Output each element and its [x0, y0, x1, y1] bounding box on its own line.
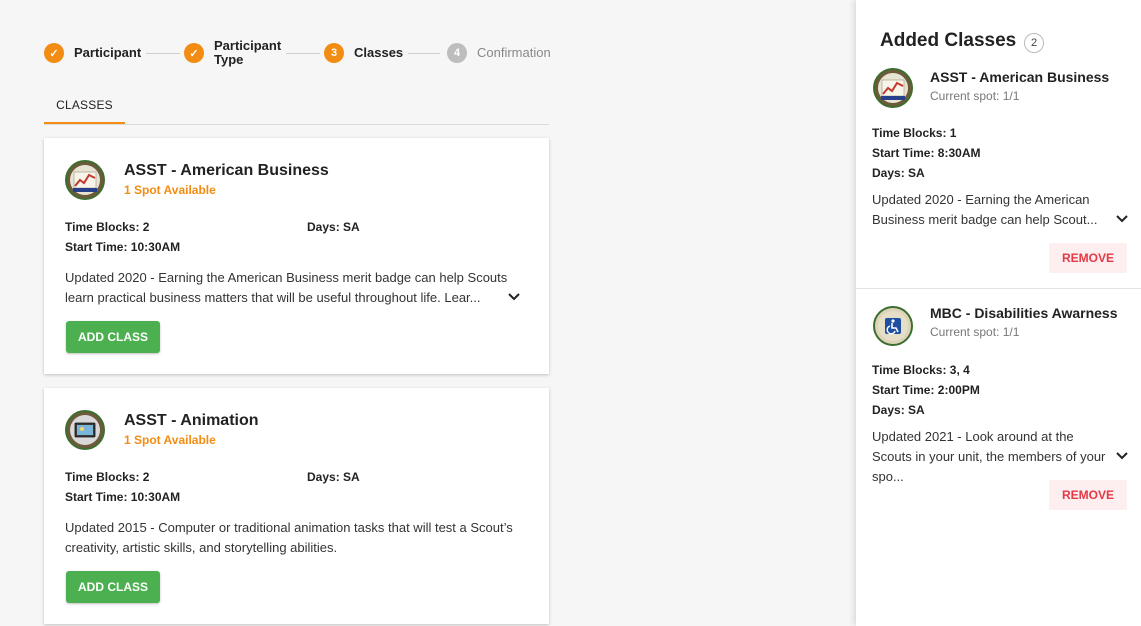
days-text: Days: SA	[307, 470, 360, 484]
step-number-icon: 4	[447, 43, 467, 63]
accessibility-badge-icon	[873, 306, 913, 346]
registration-stepper: ✓ Participant ✓ Participant Type 3 Class…	[44, 37, 564, 69]
check-icon: ✓	[184, 43, 204, 63]
class-title: ASST - Animation	[124, 412, 259, 429]
added-class-description: Updated 2020 - Earning the American Busi…	[872, 192, 1098, 227]
panel-title: Added Classes	[880, 30, 1017, 51]
add-class-button[interactable]: ADD CLASS	[66, 571, 160, 603]
availability-text: 1 Spot Available	[124, 183, 216, 197]
chevron-down-icon[interactable]	[506, 289, 522, 305]
time-blocks-text: Time Blocks: 2	[65, 470, 150, 484]
added-classes-panel: Added Classes 2 ASST - American Business…	[856, 0, 1141, 626]
step-connector	[146, 53, 180, 54]
tab-bar: CLASSES	[44, 88, 549, 125]
class-selection-main: ✓ Participant ✓ Participant Type 3 Class…	[0, 0, 856, 626]
days-text: Days: SA	[307, 220, 360, 234]
availability-text: 1 Spot Available	[124, 433, 216, 447]
start-time-text: Start Time: 8:30AM	[872, 146, 981, 160]
step-connector	[286, 53, 320, 54]
chevron-down-icon[interactable]	[1114, 211, 1130, 227]
added-count-badge: 2	[1024, 33, 1044, 53]
check-icon: ✓	[44, 43, 64, 63]
step-connector	[408, 53, 440, 54]
class-description: Updated 2020 - Earning the American Busi…	[65, 270, 508, 305]
time-blocks-text: Time Blocks: 2	[65, 220, 150, 234]
time-blocks-text: Time Blocks: 3, 4	[872, 363, 970, 377]
add-class-button[interactable]: ADD CLASS	[66, 321, 160, 353]
added-class-description: Updated 2021 - Look around at the Scouts…	[872, 429, 1106, 484]
business-chart-badge-icon	[65, 160, 105, 200]
step-classes[interactable]: 3 Classes	[324, 37, 403, 69]
current-spot-text: Current spot: 1/1	[930, 325, 1020, 339]
class-card: ASST - American Business 1 Spot Availabl…	[44, 138, 549, 374]
time-blocks-text: Time Blocks: 1	[872, 126, 957, 140]
step-label: Classes	[354, 45, 404, 60]
item-divider	[856, 288, 1141, 289]
class-description: Updated 2015 - Computer or traditional a…	[65, 520, 513, 555]
added-class-title: MBC - Disabilities Awarness	[930, 305, 1118, 321]
chevron-down-icon[interactable]	[1114, 448, 1130, 464]
step-label: Participant Type	[214, 38, 282, 67]
start-time-text: Start Time: 10:30AM	[65, 240, 181, 254]
days-text: Days: SA	[872, 403, 925, 417]
step-participant[interactable]: ✓ Participant	[44, 37, 141, 69]
class-title: ASST - American Business	[124, 162, 329, 179]
days-text: Days: SA	[872, 166, 925, 180]
current-spot-text: Current spot: 1/1	[930, 89, 1020, 103]
animation-badge-icon	[65, 410, 105, 450]
added-class-title: ASST - American Business	[930, 69, 1110, 85]
tab-classes[interactable]: CLASSES	[44, 88, 125, 124]
step-label: Participant	[74, 45, 142, 60]
business-chart-badge-icon	[873, 68, 913, 108]
step-participant-type[interactable]: ✓ Participant Type	[184, 37, 281, 69]
step-confirmation[interactable]: 4 Confirmation	[447, 37, 551, 69]
start-time-text: Start Time: 10:30AM	[65, 490, 181, 504]
start-time-text: Start Time: 2:00PM	[872, 383, 980, 397]
step-label: Confirmation	[477, 45, 551, 60]
remove-button[interactable]: REMOVE	[1049, 243, 1127, 273]
step-number-icon: 3	[324, 43, 344, 63]
remove-button[interactable]: REMOVE	[1049, 480, 1127, 510]
class-card: ASST - Animation 1 Spot Available Time B…	[44, 388, 549, 624]
